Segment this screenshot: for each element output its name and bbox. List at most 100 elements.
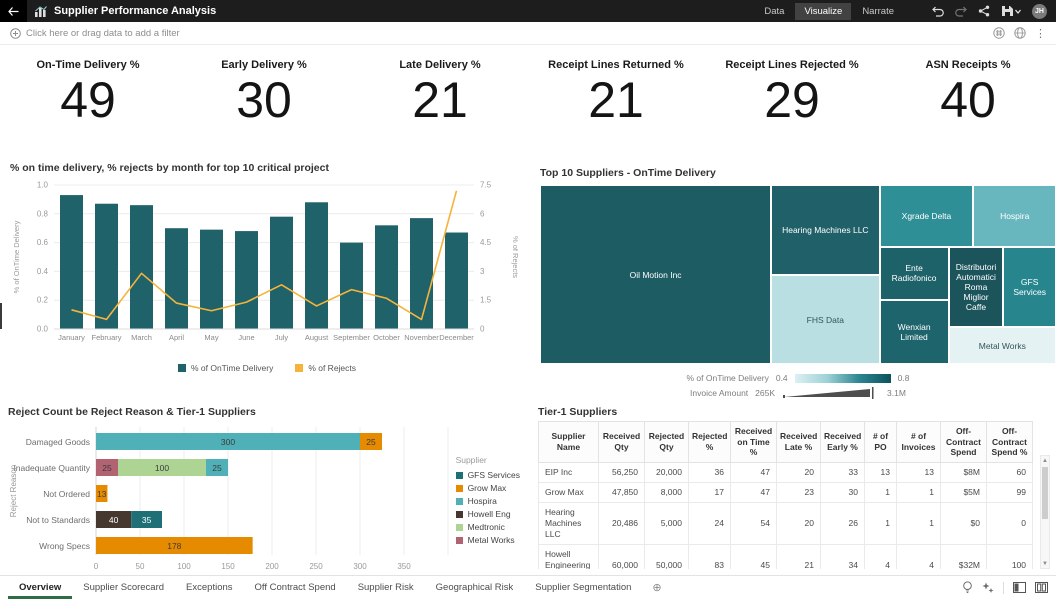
- table-row[interactable]: Grow Max47,8508,0001747233011$5M99: [539, 482, 1033, 502]
- treemap-tile-gfs-services[interactable]: GFS Services: [1003, 247, 1056, 328]
- save-icon[interactable]: [1001, 5, 1021, 17]
- bar-july[interactable]: [270, 217, 293, 329]
- bar-november[interactable]: [410, 218, 433, 329]
- supplier-legend-item-medtronic[interactable]: Medtronic: [456, 522, 520, 532]
- supplier-legend-item-metal-works[interactable]: Metal Works: [456, 535, 520, 545]
- globe-icon[interactable]: [1014, 27, 1026, 39]
- bar-may[interactable]: [200, 230, 223, 329]
- sheet-tab-off-contract-spend[interactable]: Off Contract Spend: [244, 576, 347, 599]
- column-header[interactable]: Off-Contract Spend %: [987, 422, 1033, 463]
- sheet-tab-exceptions[interactable]: Exceptions: [175, 576, 243, 599]
- grid-settings-icon[interactable]: [993, 27, 1005, 39]
- cell-supplier-name: EIP Inc: [539, 462, 599, 482]
- add-filter-button[interactable]: Click here or drag data to add a filter: [10, 28, 180, 39]
- avatar[interactable]: JH: [1032, 4, 1047, 19]
- filter-bar: Click here or drag data to add a filter …: [0, 22, 1056, 45]
- right-axis-tick: 1.5: [480, 296, 492, 305]
- mode-tab-data[interactable]: Data: [755, 3, 793, 20]
- column-header[interactable]: Rejected Qty: [645, 422, 689, 463]
- legend-item-rejects[interactable]: % of Rejects: [295, 363, 356, 373]
- kpi-tile-2[interactable]: Late Delivery %21: [352, 53, 528, 157]
- treemap-tile-oil-motion-inc[interactable]: Oil Motion Inc: [540, 185, 771, 364]
- layout-single-panel-icon[interactable]: [1013, 582, 1026, 593]
- combo-chart[interactable]: 0.000.21.50.430.64.50.861.07.5JanuaryFeb…: [10, 177, 524, 360]
- bar-september[interactable]: [340, 243, 363, 329]
- kpi-tile-0[interactable]: On-Time Delivery %49: [0, 53, 176, 157]
- supplier-legend-item-hospira[interactable]: Hospira: [456, 496, 520, 506]
- legend-item-ontime[interactable]: % of OnTime Delivery: [178, 363, 273, 373]
- bar-august[interactable]: [305, 202, 328, 329]
- treemap-tile-xgrade-delta[interactable]: Xgrade Delta: [880, 185, 974, 247]
- cell-value: 8,000: [645, 482, 689, 502]
- sheet-tab-supplier-risk[interactable]: Supplier Risk: [347, 576, 425, 599]
- column-header[interactable]: Off-Contract Spend: [941, 422, 987, 463]
- kpi-tile-4[interactable]: Receipt Lines Rejected %29: [704, 53, 880, 157]
- back-button[interactable]: [0, 0, 27, 22]
- kebab-menu-icon[interactable]: ⋮: [1035, 27, 1046, 40]
- table-row[interactable]: EIP Inc56,25020,000364720331313$8M60: [539, 462, 1033, 482]
- add-filter-icon: [10, 28, 21, 39]
- supplier-legend-item-howell-eng[interactable]: Howell Eng: [456, 509, 520, 519]
- add-sheet-button[interactable]: ⊕: [646, 580, 667, 595]
- redo-icon[interactable]: [955, 6, 967, 17]
- treemap-tile-distributori-automatici-roma-miglior-caffe[interactable]: Distributori Automatici Roma Miglior Caf…: [949, 247, 1004, 328]
- left-axis-tick: 0.2: [37, 296, 49, 305]
- column-header[interactable]: Received Qty: [599, 422, 645, 463]
- column-header[interactable]: Received on Time %: [731, 422, 777, 463]
- left-axis-tick: 0.6: [37, 238, 49, 247]
- mode-tab-visualize[interactable]: Visualize: [795, 3, 851, 20]
- column-header[interactable]: Received Late %: [777, 422, 821, 463]
- cell-value: 99: [987, 482, 1033, 502]
- supplier-legend-items: GFS Services Grow Max Hospira Howell Eng Med…: [456, 470, 520, 545]
- sheet-tab-geographical-risk[interactable]: Geographical Risk: [425, 576, 525, 599]
- treemap-tile-metal-works[interactable]: Metal Works: [949, 327, 1056, 364]
- x-tick-november: November: [404, 333, 439, 342]
- bar-march[interactable]: [130, 205, 153, 329]
- x-tick-label: 250: [309, 562, 323, 571]
- table-row[interactable]: Hearing Machines LLC20,4865,000245420261…: [539, 502, 1033, 544]
- column-header[interactable]: Received Early %: [821, 422, 865, 463]
- bar-december[interactable]: [445, 233, 468, 329]
- color-legend-label: % of OnTime Delivery: [687, 373, 769, 383]
- treemap-tile-wenxian-limited[interactable]: Wenxian Limited: [880, 300, 949, 364]
- scrollbar-thumb[interactable]: [1042, 467, 1048, 519]
- table-scrollbar[interactable]: ▲ ▼: [1040, 455, 1050, 569]
- kpi-tile-5[interactable]: ASN Receipts %40: [880, 53, 1056, 157]
- treemap-tile-ente-radiofonico[interactable]: Ente Radiofonico: [880, 247, 949, 300]
- table-row[interactable]: Howell Engineering Inc.60,00050,00083452…: [539, 545, 1033, 569]
- sheet-tab-supplier-scorecard[interactable]: Supplier Scorecard: [72, 576, 175, 599]
- bottom-row: Reject Count be Reject Reason & Tier-1 S…: [0, 403, 1056, 575]
- column-header[interactable]: # of PO: [865, 422, 897, 463]
- sheet-tab-overview[interactable]: Overview: [8, 576, 72, 599]
- sheet-tab-supplier-segmentation[interactable]: Supplier Segmentation: [524, 576, 642, 599]
- treemap-tile-hearing-machines-llc[interactable]: Hearing Machines LLC: [771, 185, 879, 275]
- scroll-up-icon[interactable]: ▲: [1041, 456, 1049, 465]
- layout-split-panel-icon[interactable]: [1035, 582, 1048, 593]
- treemap-tile-hospira[interactable]: Hospira: [973, 185, 1056, 247]
- column-header[interactable]: Rejected %: [689, 422, 731, 463]
- bar-april[interactable]: [165, 228, 188, 329]
- bar-june[interactable]: [235, 231, 258, 329]
- supplier-swatch: [456, 472, 463, 479]
- supplier-legend-item-gfs-services[interactable]: GFS Services: [456, 470, 520, 480]
- kpi-tile-3[interactable]: Receipt Lines Returned %21: [528, 53, 704, 157]
- insight-bulb-icon[interactable]: [962, 581, 973, 594]
- bar-january[interactable]: [60, 195, 83, 329]
- segment-value-label: 25: [102, 463, 112, 473]
- supplier-legend-item-grow-max[interactable]: Grow Max: [456, 483, 520, 493]
- cell-value: 54: [731, 502, 777, 544]
- undo-icon[interactable]: [932, 6, 944, 17]
- auto-insights-sparkle-icon[interactable]: [982, 582, 994, 594]
- bar-october[interactable]: [375, 225, 398, 329]
- share-icon[interactable]: [978, 5, 990, 17]
- mode-tab-narrate[interactable]: Narrate: [853, 3, 903, 20]
- bar-february[interactable]: [95, 204, 118, 329]
- kpi-tile-1[interactable]: Early Delivery %30: [176, 53, 352, 157]
- column-header[interactable]: # of Invoices: [897, 422, 941, 463]
- scroll-down-icon[interactable]: ▼: [1041, 559, 1049, 568]
- color-legend-gradient[interactable]: [795, 374, 891, 383]
- treemap-tile-fhs-data[interactable]: FHS Data: [771, 275, 879, 364]
- column-header[interactable]: Supplier Name: [539, 422, 599, 463]
- reject-stacked-bar-chart[interactable]: 050100150200250300350Damaged Goods30025I…: [8, 421, 522, 578]
- suppliers-table[interactable]: Supplier NameReceived QtyRejected QtyRej…: [538, 421, 1033, 569]
